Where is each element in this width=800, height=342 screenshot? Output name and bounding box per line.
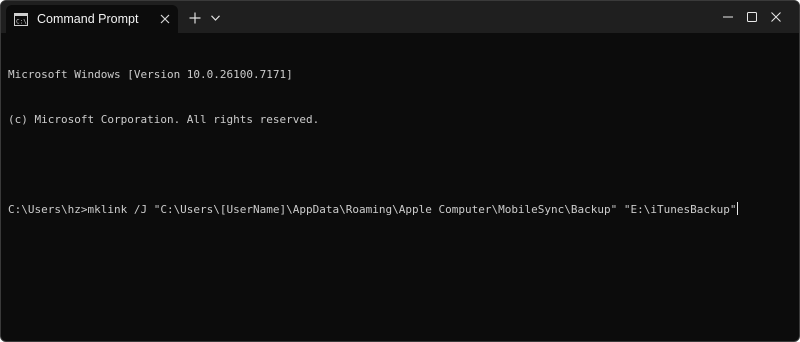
svg-text:C:\: C:\: [16, 18, 27, 25]
tab-command-prompt[interactable]: C:\ Command Prompt: [6, 5, 178, 33]
terminal-window: C:\ Command Prompt Microsoft Windows [Ve…: [0, 0, 800, 342]
terminal-output[interactable]: Microsoft Windows [Version 10.0.26100.71…: [8, 37, 793, 335]
text-cursor: [737, 202, 739, 215]
close-icon[interactable]: [158, 12, 172, 26]
terminal-line: Microsoft Windows [Version 10.0.26100.71…: [8, 68, 293, 81]
title-bar[interactable]: C:\ Command Prompt: [1, 1, 799, 33]
command-line[interactable]: C:\Users\hz>mklink /J "C:\Users\[UserNam…: [8, 202, 793, 217]
terminal-line: C:\Users\hz>mklink /J "C:\Users\[UserNam…: [8, 203, 737, 216]
close-icon[interactable]: [753, 1, 799, 33]
plus-icon[interactable]: [187, 10, 203, 26]
terminal-line: (c) Microsoft Corporation. All rights re…: [8, 113, 320, 126]
chevron-down-icon[interactable]: [209, 12, 221, 24]
tab-title: Command Prompt: [37, 12, 139, 26]
cmd-icon: C:\: [14, 12, 28, 26]
